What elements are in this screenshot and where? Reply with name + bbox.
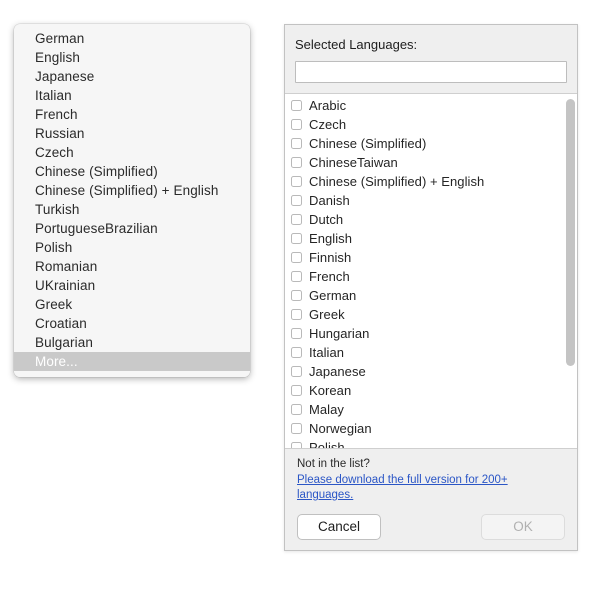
language-row[interactable]: Chinese (Simplified) [285,134,577,153]
dropdown-option[interactable]: Chinese (Simplified) [14,162,250,181]
language-row[interactable]: Japanese [285,362,577,381]
dropdown-option[interactable]: Romanian [14,257,250,276]
language-checkbox[interactable] [291,214,302,225]
language-row[interactable]: French [285,267,577,286]
language-row[interactable]: Polish [285,438,577,448]
language-row[interactable]: English [285,229,577,248]
dropdown-option[interactable]: Czech [14,143,250,162]
dropdown-option[interactable]: Croatian [14,314,250,333]
language-checkbox[interactable] [291,309,302,320]
language-label: Hungarian [309,326,370,341]
language-label: Malay [309,402,344,417]
cancel-button[interactable]: Cancel [297,514,381,540]
language-checkbox[interactable] [291,385,302,396]
language-label: Finnish [309,250,352,265]
language-checkbox[interactable] [291,290,302,301]
dropdown-option[interactable]: Japanese [14,67,250,86]
select-languages-dialog: Selected Languages: Arabic Czech Chinese (… [284,24,578,551]
language-list-scrollbar[interactable] [566,96,575,446]
dropdown-option[interactable]: German [14,29,250,48]
footer-note: Not in the list? [297,458,370,470]
language-checkbox[interactable] [291,176,302,187]
language-list-container: Arabic Czech Chinese (Simplified) ChineseTa… [285,93,577,449]
language-row[interactable]: Arabic [285,96,577,115]
language-checkbox[interactable] [291,442,302,448]
download-full-version-link[interactable]: Please download the full version for 200… [297,473,565,503]
language-label: Greek [309,307,345,322]
language-checkbox[interactable] [291,233,302,244]
language-checkbox[interactable] [291,366,302,377]
language-label: Italian [309,345,345,360]
language-row[interactable]: ChineseTaiwan [285,153,577,172]
language-row[interactable]: Greek [285,305,577,324]
language-checkbox[interactable] [291,328,302,339]
screen: German English Japanese Italian French Russia… [0,0,600,600]
ok-button: OK [481,514,565,540]
language-label: ChineseTaiwan [309,155,398,170]
language-label: Polish [309,440,345,448]
language-label: Czech [309,117,347,132]
language-row[interactable]: Dutch [285,210,577,229]
language-dropdown-popup[interactable]: German English Japanese Italian French Russia… [14,24,250,377]
language-row[interactable]: Malay [285,400,577,419]
language-row[interactable]: Czech [285,115,577,134]
language-label: Danish [309,193,350,208]
language-checkbox[interactable] [291,119,302,130]
language-checkbox[interactable] [291,423,302,434]
language-row[interactable]: Finnish [285,248,577,267]
language-checkbox[interactable] [291,252,302,263]
language-row[interactable]: German [285,286,577,305]
dropdown-option[interactable]: Italian [14,86,250,105]
language-row[interactable]: Norwegian [285,419,577,438]
dropdown-bottom-padding [14,371,250,377]
language-checkbox[interactable] [291,404,302,415]
dropdown-option[interactable]: Greek [14,295,250,314]
language-checkbox[interactable] [291,195,302,206]
dropdown-option[interactable]: UKrainian [14,276,250,295]
language-checkbox[interactable] [291,100,302,111]
language-label: Korean [309,383,352,398]
scrollbar-thumb[interactable] [566,99,575,366]
dropdown-option[interactable]: Chinese (Simplified) + English [14,181,250,200]
language-checkbox[interactable] [291,271,302,282]
language-label: Japanese [309,364,366,379]
language-row[interactable]: Italian [285,343,577,362]
language-label: Dutch [309,212,344,227]
dropdown-option-list: German English Japanese Italian French Russia… [14,29,250,371]
language-label: Norwegian [309,421,372,436]
language-label: Chinese (Simplified) [309,136,427,151]
dialog-footer: Not in the list? Please download the ful… [285,449,577,550]
language-label: Arabic [309,98,347,113]
language-label: Chinese (Simplified) + English [309,174,485,189]
language-checkbox[interactable] [291,347,302,358]
language-checkbox[interactable] [291,157,302,168]
selected-languages-input[interactable] [295,61,567,83]
language-label: English [309,231,352,246]
dialog-header: Selected Languages: [285,25,577,93]
dropdown-option[interactable]: PortugueseBrazilian [14,219,250,238]
language-checkbox[interactable] [291,138,302,149]
dropdown-option[interactable]: Russian [14,124,250,143]
language-row[interactable]: Korean [285,381,577,400]
dropdown-option[interactable]: More... [14,352,250,371]
language-row[interactable]: Chinese (Simplified) + English [285,172,577,191]
language-list[interactable]: Arabic Czech Chinese (Simplified) ChineseTa… [285,94,577,448]
language-row[interactable]: Danish [285,191,577,210]
language-label: French [309,269,350,284]
language-label: German [309,288,357,303]
language-row[interactable]: Hungarian [285,324,577,343]
dropdown-option[interactable]: Polish [14,238,250,257]
dropdown-option[interactable]: English [14,48,250,67]
dropdown-option[interactable]: Bulgarian [14,333,250,352]
dropdown-option[interactable]: Turkish [14,200,250,219]
dropdown-option[interactable]: French [14,105,250,124]
dialog-button-row: Cancel OK [297,514,565,540]
dialog-title: Selected Languages: [295,37,418,52]
